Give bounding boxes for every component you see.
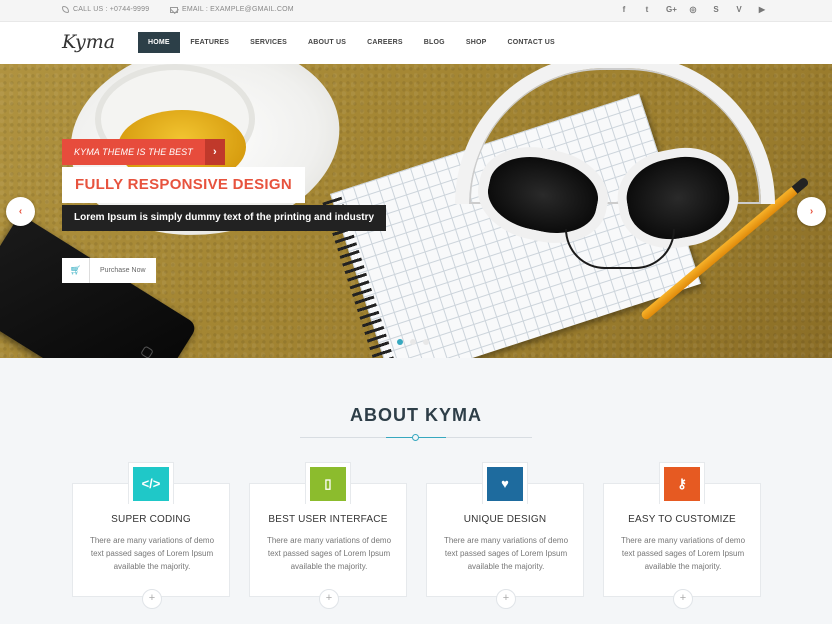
title-divider-dot [412, 434, 419, 441]
hero-subline: Lorem Ipsum is simply dummy text of the … [62, 205, 387, 231]
feature-icon-wrap: ♥ [482, 462, 528, 504]
mail-icon [170, 6, 178, 13]
nav-features[interactable]: FEATURES [180, 32, 240, 53]
plus-icon[interactable]: + [319, 589, 339, 609]
feature-card-text: There are many variations of demo text p… [443, 536, 569, 571]
vimeo-icon[interactable]: V [735, 5, 743, 14]
nav-contact-us[interactable]: CONTACT US [497, 32, 565, 53]
social-links: f t G+ ◎ S V ▶ [620, 5, 766, 14]
dribbble-icon[interactable]: ◎ [689, 5, 697, 14]
feature-card-title: EASY TO CUSTOMIZE [628, 514, 736, 525]
slider-dot-1[interactable] [397, 339, 403, 345]
smartphone-image [0, 214, 199, 358]
feature-card-text: There are many variations of demo text p… [89, 536, 215, 571]
header: Kyma HOME FEATURES SERVICES ABOUT US CAR… [0, 22, 832, 64]
feature-card-text: There are many variations of demo text p… [266, 536, 392, 571]
feature-icon-wrap: </> [128, 462, 174, 504]
key-icon: ⚷ [664, 466, 700, 501]
plus-icon[interactable]: + [673, 589, 693, 609]
top-bar: CALL US : +0744-9999 EMAIL : EXAMPLE@GMA… [0, 0, 832, 22]
facebook-icon[interactable]: f [620, 5, 628, 14]
heart-icon: ♥ [487, 466, 523, 501]
site-logo[interactable]: Kyma [62, 31, 115, 53]
google-plus-icon[interactable]: G+ [666, 5, 677, 14]
code-icon: </> [133, 466, 169, 501]
plus-icon[interactable]: + [142, 589, 162, 609]
hero-badge-text: KYMA THEME IS THE BEST [62, 139, 205, 165]
feature-card-title: UNIQUE DESIGN [463, 514, 547, 525]
purchase-now-label: Purchase Now [100, 267, 146, 274]
feature-card-text: There are many variations of demo text p… [620, 536, 746, 571]
chevron-right-icon[interactable]: › [204, 139, 225, 165]
hero-headline: FULLY RESPONSIVE DESIGN [62, 167, 305, 203]
email-contact[interactable]: EMAIL : EXAMPLE@GMAIL.COM [170, 6, 294, 13]
phone-contact[interactable]: CALL US : +0744-9999 [62, 6, 149, 13]
about-title: ABOUT KYMA [350, 405, 482, 425]
hero-badge: KYMA THEME IS THE BEST › [62, 139, 225, 165]
youtube-icon[interactable]: ▶ [758, 5, 766, 14]
phone-label: CALL US : +0744-9999 [73, 6, 150, 13]
feature-icon-wrap: ▯ [305, 462, 351, 504]
feature-icon-wrap: ⚷ [659, 462, 705, 504]
plus-icon[interactable]: + [496, 589, 516, 609]
nav-blog[interactable]: BLOG [413, 32, 455, 53]
phone-icon [62, 6, 69, 13]
cart-icon: 🛒︎ [62, 258, 90, 283]
nav-careers[interactable]: CAREERS [357, 32, 414, 53]
slider-dots [397, 339, 429, 345]
mobile-icon: ▯ [310, 466, 346, 501]
purchase-now-button[interactable]: 🛒︎ Purchase Now [62, 258, 156, 283]
email-label: EMAIL : EXAMPLE@GMAIL.COM [182, 6, 294, 13]
feature-card-title: BEST USER INTERFACE [268, 514, 388, 525]
nav-home[interactable]: HOME [138, 32, 180, 53]
skype-icon[interactable]: S [712, 5, 720, 14]
share-icon: › [809, 206, 814, 217]
twitter-icon[interactable]: t [643, 5, 651, 14]
nav-services[interactable]: SERVICES [240, 32, 298, 53]
slider-next-button[interactable]: › [797, 197, 826, 226]
main-nav: HOME FEATURES SERVICES ABOUT US CAREERS … [138, 32, 565, 53]
share-icon: ‹ [18, 206, 23, 217]
nav-shop[interactable]: SHOP [455, 32, 497, 53]
slider-prev-button[interactable]: ‹ [6, 197, 35, 226]
nav-about-us[interactable]: ABOUT US [298, 32, 357, 53]
slider-dot-3[interactable] [423, 339, 429, 345]
slider-dot-2[interactable] [410, 339, 416, 345]
feature-card-title: SUPER CODING [111, 514, 191, 525]
